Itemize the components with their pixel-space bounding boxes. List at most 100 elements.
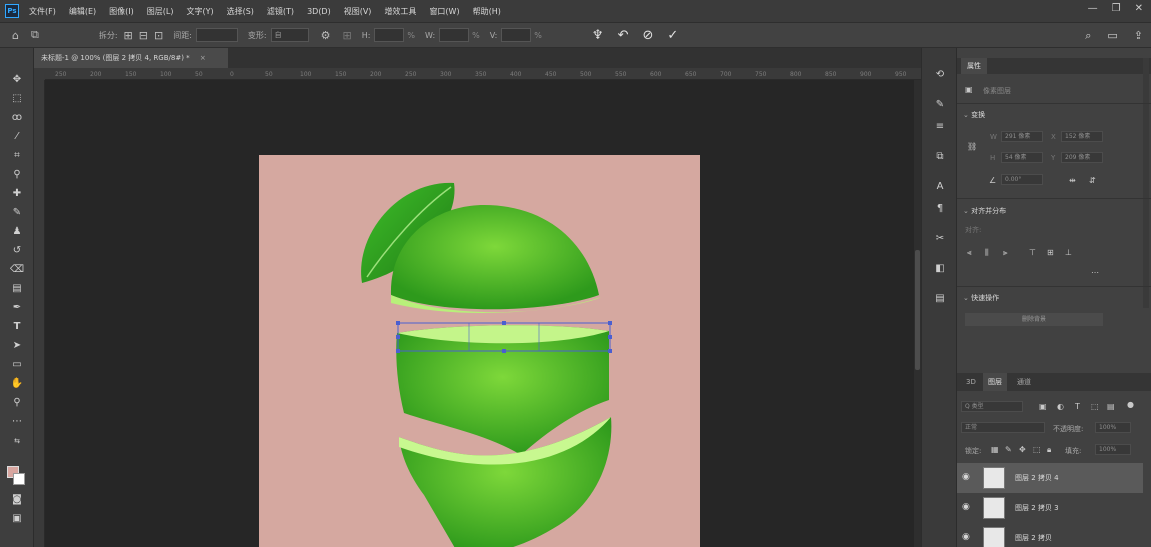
type-tool-icon[interactable]: T <box>9 319 25 335</box>
undo-icon[interactable]: ↶ <box>618 28 629 43</box>
share-icon[interactable]: ⇪ <box>1134 29 1143 43</box>
align-bottom-icon[interactable]: ⊥ <box>1065 248 1072 257</box>
menu-3d[interactable]: 3D(D) <box>307 7 331 16</box>
minimize-icon[interactable]: — <box>1088 3 1098 14</box>
menu-type[interactable]: 文字(Y) <box>186 6 213 17</box>
document-canvas[interactable] <box>259 155 700 547</box>
background-color-swatch[interactable] <box>13 473 25 485</box>
menu-help[interactable]: 帮助(H) <box>473 6 501 17</box>
w-field[interactable]: 291 像素 <box>1001 131 1043 142</box>
tools-panel-icon[interactable]: ✂ <box>933 232 947 246</box>
warp-select[interactable]: 自 <box>270 28 309 42</box>
v-field[interactable] <box>501 28 532 42</box>
w-field[interactable] <box>439 28 470 42</box>
workspace-icon[interactable]: ▭ <box>1107 29 1117 43</box>
layer-filter-select[interactable]: Q 类型 <box>961 401 1023 412</box>
eyedropper-tool-icon[interactable]: ⚲ <box>9 167 25 183</box>
libraries-panel-icon[interactable]: ⧉ <box>933 150 947 164</box>
transform-section-title[interactable]: 变换 <box>963 110 985 120</box>
tab-3d[interactable]: 3D <box>961 373 981 391</box>
tool-preset-icon[interactable]: ⧉ <box>31 28 39 42</box>
opacity-field[interactable]: 100% <box>1095 422 1131 433</box>
link-icon[interactable]: ⛓ <box>967 142 977 151</box>
brush-panel-icon[interactable]: ✎ <box>933 98 947 112</box>
visibility-eye-icon[interactable]: ◉ <box>962 532 970 542</box>
brush-tool-icon[interactable]: ✎ <box>9 205 25 221</box>
align-middle-v-icon[interactable]: ⊞ <box>1047 248 1054 257</box>
more-tools-icon[interactable]: ⋯ <box>9 414 25 430</box>
lasso-tool-icon[interactable]: ꝏ <box>9 110 25 126</box>
shape-tool-icon[interactable]: ▭ <box>9 357 25 373</box>
path-select-tool-icon[interactable]: ➤ <box>9 338 25 354</box>
clone-stamp-tool-icon[interactable]: ♟ <box>9 224 25 240</box>
h-field[interactable] <box>374 28 405 42</box>
blend-mode-select[interactable]: 正常 <box>961 422 1045 433</box>
menu-file[interactable]: 文件(F) <box>29 6 56 17</box>
gradient-tool-icon[interactable]: ▤ <box>9 281 25 297</box>
lock-artboard-icon[interactable]: ⬚ <box>1033 445 1041 454</box>
marquee-tool-icon[interactable]: ⬚ <box>9 91 25 107</box>
lock-position-icon[interactable]: ✥ <box>1019 445 1026 454</box>
history-brush-tool-icon[interactable]: ↺ <box>9 243 25 259</box>
adjust-panel-icon[interactable]: ≡ <box>933 120 947 134</box>
commit-transform-button[interactable]: ✓ <box>667 28 678 43</box>
canvas-area[interactable] <box>45 80 914 547</box>
menu-window[interactable]: 窗口(W) <box>429 6 459 17</box>
more-options-icon[interactable]: ⋯ <box>1091 268 1099 277</box>
quick-select-tool-icon[interactable]: ⁄ <box>9 129 25 145</box>
align-top-icon[interactable]: ⊤ <box>1029 248 1036 257</box>
filter-smart-icon[interactable]: ▤ <box>1107 402 1115 411</box>
tab-properties[interactable]: 属性 <box>961 58 987 74</box>
panel-scrollbar[interactable] <box>1143 58 1149 308</box>
h-field[interactable]: 54 像素 <box>1001 152 1043 163</box>
x-field[interactable]: 152 像素 <box>1061 131 1103 142</box>
filter-type-icon[interactable]: T <box>1075 402 1080 411</box>
restore-icon[interactable]: ❐ <box>1112 3 1121 14</box>
filter-pixel-icon[interactable]: ▣ <box>1039 402 1047 411</box>
hand-tool-icon[interactable]: ✋ <box>9 376 25 392</box>
swap-colors-icon[interactable]: ⇆ <box>9 433 25 449</box>
canvas-vertical-scrollbar[interactable] <box>914 80 921 547</box>
crop-tool-icon[interactable]: ⌗ <box>9 148 25 164</box>
paragraph-panel-icon[interactable]: ¶ <box>933 202 947 216</box>
split-vertical-icon[interactable]: ⊟ <box>139 29 148 42</box>
document-tab-close-icon[interactable]: × <box>200 54 206 62</box>
menu-layer[interactable]: 图层(L) <box>147 6 174 17</box>
split-horizontal-icon[interactable]: ⊡ <box>154 29 163 42</box>
angle-field[interactable]: 0.00° <box>1001 174 1043 185</box>
warp-toggle-icon[interactable]: ⊞ <box>342 29 351 42</box>
menu-image[interactable]: 图像(I) <box>109 6 134 17</box>
character-panel-icon[interactable]: A <box>933 180 947 194</box>
lock-image-icon[interactable]: ✎ <box>1005 445 1012 454</box>
align-left-icon[interactable]: ⫷ <box>967 248 972 258</box>
close-icon[interactable]: ✕ <box>1135 3 1143 14</box>
quick-actions-section-title[interactable]: 快速操作 <box>963 293 999 303</box>
visibility-eye-icon[interactable]: ◉ <box>962 472 970 482</box>
zoom-tool-icon[interactable]: ⚲ <box>9 395 25 411</box>
remove-background-button[interactable]: 删除背景 <box>965 313 1103 326</box>
cancel-transform-button[interactable]: ⊘ <box>642 28 653 43</box>
align-center-h-icon[interactable]: ⫼ <box>985 248 989 258</box>
tab-layers[interactable]: 图层 <box>983 373 1007 391</box>
healing-brush-tool-icon[interactable]: ✚ <box>9 186 25 202</box>
layer-row[interactable]: ◉ 图层 2 拷贝 <box>957 523 1143 547</box>
menu-plugins[interactable]: 增效工具 <box>384 6 416 17</box>
eraser-tool-icon[interactable]: ⌫ <box>9 262 25 278</box>
navigator-panel-icon[interactable]: ◧ <box>933 262 947 276</box>
align-right-icon[interactable]: ⫸ <box>1003 248 1008 258</box>
lock-transparent-icon[interactable]: ▦ <box>991 445 999 454</box>
menu-view[interactable]: 视图(V) <box>344 6 372 17</box>
fill-field[interactable]: 100% <box>1095 444 1131 455</box>
quick-mask-icon[interactable]: ◙ <box>9 492 25 508</box>
pen-tool-icon[interactable]: ✒ <box>9 300 25 316</box>
menu-select[interactable]: 选择(S) <box>227 6 254 17</box>
layers-comp-panel-icon[interactable]: ▤ <box>933 292 947 306</box>
filter-adjust-icon[interactable]: ◐ <box>1057 402 1064 411</box>
history-panel-icon[interactable]: ⟲ <box>933 68 947 82</box>
screen-mode-icon[interactable]: ▣ <box>9 511 25 527</box>
lock-all-icon[interactable]: 🔒︎ <box>1047 445 1051 455</box>
home-icon[interactable]: ⌂ <box>12 29 19 42</box>
flip-horizontal-icon[interactable]: ⇹ <box>1069 176 1076 185</box>
document-tab[interactable]: 未标题-1 @ 100% (图层 2 拷贝 4, RGB/8#) * × <box>34 48 228 68</box>
move-tool-icon[interactable]: ✥ <box>9 72 25 88</box>
